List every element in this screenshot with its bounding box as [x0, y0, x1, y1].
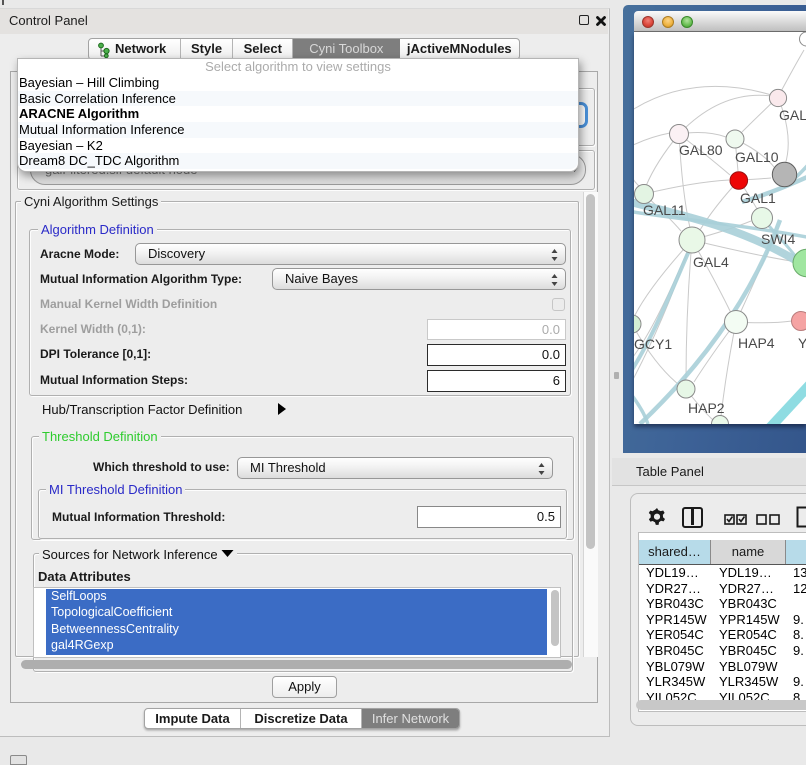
svg-text:GAL10: GAL10 [735, 149, 779, 165]
svg-text:GAL2: GAL2 [779, 107, 806, 123]
svg-text:YJ: YJ [798, 335, 806, 351]
svg-text:GCY1: GCY1 [634, 336, 672, 352]
svg-text:GAL11: GAL11 [643, 202, 686, 218]
svg-text:GAL4: GAL4 [693, 254, 729, 270]
svg-text:GAL1: GAL1 [740, 190, 776, 206]
svg-text:HAP4: HAP4 [738, 335, 775, 351]
svg-text:GAL80: GAL80 [679, 142, 723, 158]
svg-text:SWI4: SWI4 [761, 231, 795, 247]
svg-text:HAP2: HAP2 [688, 400, 725, 416]
